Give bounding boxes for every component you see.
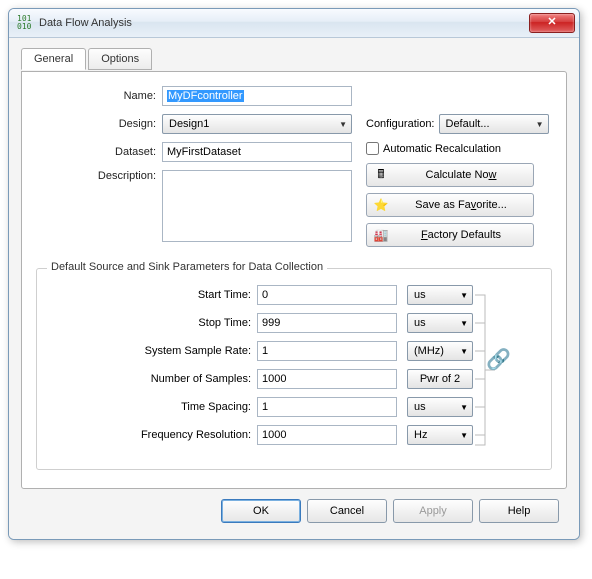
param-row: Stop Time: us▼ (51, 313, 473, 333)
param-label: System Sample Rate: (51, 345, 257, 357)
param-input[interactable] (257, 313, 397, 333)
calculator-icon: 🖩 (373, 167, 389, 183)
tab-options[interactable]: Options (88, 48, 152, 70)
unit-value: us (414, 289, 460, 301)
param-input[interactable] (257, 397, 397, 417)
save-favorite-button[interactable]: ⭐ Save as Favorite... (366, 193, 534, 217)
name-value: MyDFcontroller (167, 90, 244, 102)
unit-dropdown[interactable]: us▼ (407, 397, 473, 417)
pwr-of-2-button[interactable]: Pwr of 2 (407, 369, 473, 389)
link-icon: 🔗 (486, 347, 511, 372)
factory-defaults-button[interactable]: 🏭 Factory Defaults (366, 223, 534, 247)
unit-dropdown[interactable]: us▼ (407, 285, 473, 305)
factory-defaults-label: Factory Defaults (395, 229, 527, 241)
dialog-button-bar: OK Cancel Apply Help (21, 489, 567, 527)
apply-button[interactable]: Apply (393, 499, 473, 523)
unit-value: us (414, 401, 460, 413)
chevron-down-icon: ▼ (460, 291, 468, 300)
param-row: Start Time: us▼ (51, 285, 473, 305)
param-label: Number of Samples: (51, 373, 257, 385)
ok-button[interactable]: OK (221, 499, 301, 523)
calculate-now-label: Calculate Now (395, 169, 527, 181)
param-row: Frequency Resolution: Hz▼ (51, 425, 473, 445)
chevron-down-icon: ▼ (460, 319, 468, 328)
configuration-label: Configuration: (366, 118, 435, 130)
unit-value: Hz (414, 429, 460, 441)
param-label: Start Time: (51, 289, 257, 301)
param-label: Frequency Resolution: (51, 429, 257, 441)
unit-value: (MHz) (414, 345, 460, 357)
name-input[interactable]: MyDFcontroller (162, 86, 352, 106)
design-dropdown[interactable]: Design1 ▼ (162, 114, 352, 134)
tab-content: Name: MyDFcontroller Design: Design1 ▼ (21, 71, 567, 489)
chevron-down-icon: ▼ (460, 347, 468, 356)
window-title: Data Flow Analysis (39, 17, 529, 29)
star-icon: ⭐ (373, 197, 389, 213)
param-input[interactable] (257, 369, 397, 389)
save-favorite-label: Save as Favorite... (395, 199, 527, 211)
configuration-value: Default... (446, 118, 536, 130)
params-fieldset: Default Source and Sink Parameters for D… (36, 268, 552, 470)
app-icon (17, 15, 33, 31)
auto-recalc-label: Automatic Recalculation (383, 143, 501, 155)
param-input[interactable] (257, 341, 397, 361)
param-input[interactable] (257, 425, 397, 445)
param-row: System Sample Rate: (MHz)▼ (51, 341, 473, 361)
auto-recalc-checkbox[interactable] (366, 142, 379, 155)
param-row: Time Spacing: us▼ (51, 397, 473, 417)
chevron-down-icon: ▼ (536, 120, 544, 129)
param-label: Stop Time: (51, 317, 257, 329)
dialog-window: Data Flow Analysis ✕ General Options Nam… (8, 8, 580, 540)
chevron-down-icon: ▼ (460, 403, 468, 412)
unit-dropdown[interactable]: us▼ (407, 313, 473, 333)
unit-dropdown[interactable]: (MHz)▼ (407, 341, 473, 361)
unit-dropdown[interactable]: Hz▼ (407, 425, 473, 445)
factory-icon: 🏭 (373, 227, 389, 243)
description-textarea[interactable] (162, 170, 352, 242)
params-legend: Default Source and Sink Parameters for D… (47, 261, 327, 273)
help-button[interactable]: Help (479, 499, 559, 523)
param-row: Number of Samples: Pwr of 2 (51, 369, 473, 389)
param-input[interactable] (257, 285, 397, 305)
dataset-input[interactable] (162, 142, 352, 162)
configuration-dropdown[interactable]: Default... ▼ (439, 114, 549, 134)
titlebar: Data Flow Analysis ✕ (9, 9, 579, 38)
dataset-label: Dataset: (36, 146, 162, 158)
design-label: Design: (36, 118, 162, 130)
tab-strip: General Options (21, 48, 567, 72)
name-label: Name: (36, 90, 162, 102)
bracket-decoration: 🔗 (473, 285, 513, 455)
unit-value: us (414, 317, 460, 329)
description-label: Description: (36, 170, 162, 182)
param-label: Time Spacing: (51, 401, 257, 413)
calculate-now-button[interactable]: 🖩 Calculate Now (366, 163, 534, 187)
close-button[interactable]: ✕ (529, 13, 575, 33)
design-value: Design1 (169, 118, 339, 130)
chevron-down-icon: ▼ (460, 431, 468, 440)
tab-general[interactable]: General (21, 48, 86, 70)
chevron-down-icon: ▼ (339, 120, 347, 129)
cancel-button[interactable]: Cancel (307, 499, 387, 523)
client-area: General Options Name: MyDFcontroller Des… (9, 38, 579, 539)
